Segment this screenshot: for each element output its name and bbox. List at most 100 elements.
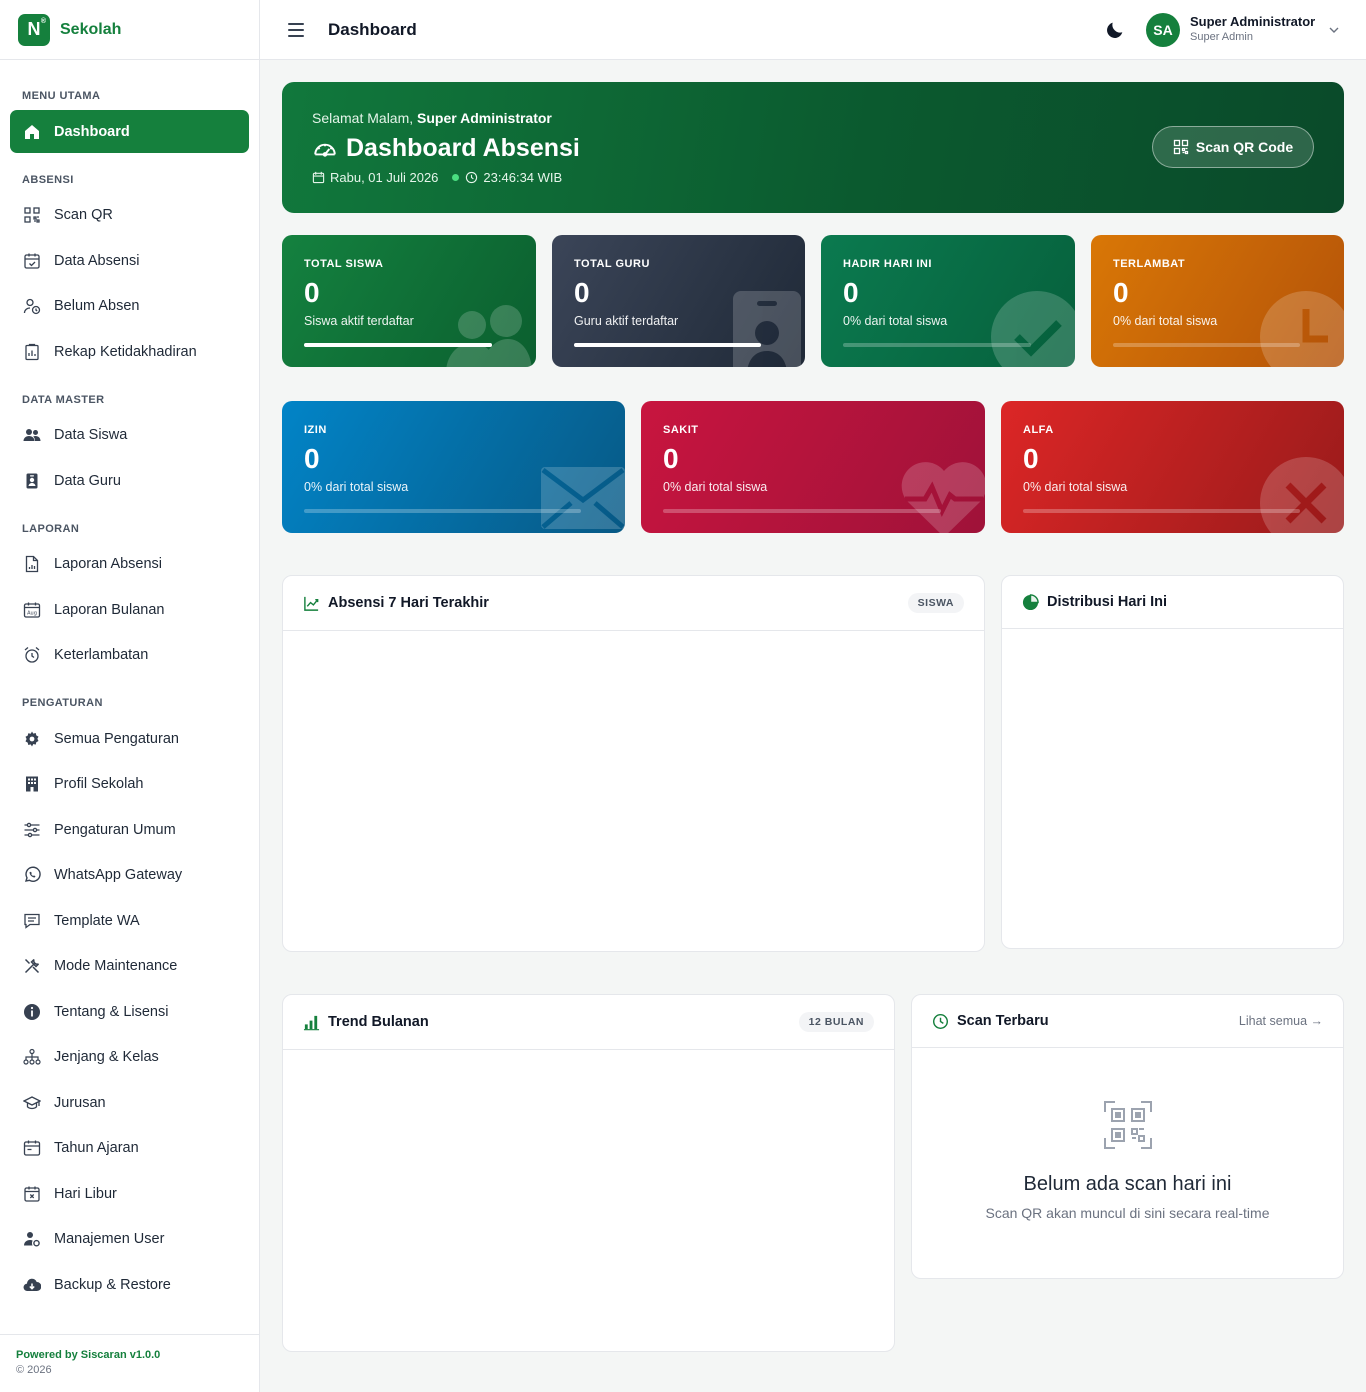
sidebar-item-tahun-ajaran[interactable]: Tahun Ajaran (10, 1127, 249, 1170)
sidebar-item-label: Tentang & Lisensi (54, 1003, 169, 1020)
alarm-icon (22, 645, 42, 665)
scan-qr-button[interactable]: Scan QR Code (1152, 126, 1314, 168)
sidebar-item-data-siswa[interactable]: Data Siswa (10, 414, 249, 457)
sidebar-item-template-wa[interactable]: Template WA (10, 899, 249, 942)
live-indicator (452, 174, 460, 181)
sidebar-item-laporan-absensi[interactable]: Laporan Absensi (10, 543, 249, 586)
stat-subtitle: Guru aktif terdaftar (574, 314, 679, 328)
moon-icon[interactable] (1104, 19, 1126, 41)
stat-card-alfa[interactable]: ALFA 0 0% dari total siswa (1001, 401, 1344, 533)
stat-card-izin[interactable]: IZIN 0 0% dari total siswa (282, 401, 625, 533)
sidebar-item-scan-qr[interactable]: Scan QR (10, 194, 249, 237)
siswa-badge: SISWA (907, 593, 964, 613)
x-circle-icon (1260, 457, 1344, 533)
nav-section-title: DATA MASTER (22, 393, 105, 406)
distribution-today-panel: Distribusi Hari Ini (1001, 575, 1344, 949)
brand-logo-mark: ® (40, 17, 46, 25)
avatar[interactable]: SA (1146, 13, 1180, 47)
stat-card-hadir-hari-ini[interactable]: HADIR HARI INI 0 0% dari total siswa (821, 235, 1075, 367)
sidebar-item-label: Pengaturan Umum (54, 821, 176, 838)
stat-value: 0 (304, 277, 320, 308)
info-icon (22, 1002, 42, 1022)
sidebar-item-rekap-ketidakhadiran[interactable]: Rekap Ketidakhadiran (10, 330, 249, 373)
stat-progress-fill (304, 343, 492, 347)
hero-title-text: Dashboard Absensi (346, 134, 580, 162)
sidebar-item-backup-and-restore[interactable]: Backup & Restore (10, 1263, 249, 1306)
stat-subtitle: 0% dari total siswa (1113, 314, 1218, 328)
sidebar-item-keterlambatan[interactable]: Keterlambatan (10, 634, 249, 677)
stat-card-sakit[interactable]: SAKIT 0 0% dari total siswa (641, 401, 985, 533)
sidebar-item-profil-sekolah[interactable]: Profil Sekolah (10, 763, 249, 806)
empty-state-title: Belum ada scan hari ini (1023, 1173, 1232, 1195)
sidebar-item-hari-libur[interactable]: Hari Libur (10, 1172, 249, 1215)
sidebar-item-label: Backup & Restore (54, 1276, 171, 1293)
sidebar-item-label: Manajemen User (54, 1231, 165, 1247)
sidebar-item-pengaturan-umum[interactable]: Pengaturan Umum (10, 808, 249, 851)
stat-label: ALFA (1023, 424, 1054, 436)
calendar-icon (312, 171, 325, 184)
sidebar-item-semua-pengaturan[interactable]: Semua Pengaturan (10, 717, 249, 760)
stat-progress-bar (304, 343, 492, 347)
nav-section-title: PENGATURAN (22, 697, 103, 709)
panel-header: Absensi 7 Hari Terakhir SISWA (283, 576, 984, 631)
panel-title: Scan Terbaru (957, 1013, 1049, 1029)
graduation-cap-icon (22, 1093, 42, 1113)
powered-by: Powered by Siscaran v1.0.0 (16, 1349, 161, 1361)
sidebar-item-data-guru[interactable]: Data Guru (10, 459, 249, 502)
nav-section-title: LAPORAN (22, 522, 80, 535)
stat-progress-bar (304, 509, 581, 513)
page-title: Dashboard (328, 19, 417, 39)
sidebar-item-jurusan[interactable]: Jurusan (10, 1081, 249, 1124)
bar-chart-icon (303, 1015, 320, 1030)
sidebar-nav: MENU UTAMA Dashboard ABSENSI Scan QR Data Ab… (0, 60, 259, 1317)
sidebar-item-label: Belum Absen (54, 298, 140, 314)
sidebar-item-label: Data Absensi (54, 252, 140, 269)
stat-value: 0 (304, 443, 320, 474)
brand-logo: N ® (18, 13, 50, 46)
sidebar-item-jenjang-and-kelas[interactable]: Jenjang & Kelas (10, 1036, 249, 1079)
sidebar-item-dashboard[interactable]: Dashboard (10, 110, 249, 153)
sidebar-item-label: Hari Libur (54, 1185, 117, 1202)
panel-header: Distribusi Hari Ini (1002, 576, 1343, 629)
stat-label: TOTAL SISWA (304, 258, 384, 270)
user-menu[interactable]: Super Administrator Super Admin (1190, 14, 1315, 43)
calendar-range-icon (22, 1138, 42, 1158)
stat-card-total-guru[interactable]: TOTAL GURU 0 Guru aktif terdaftar (552, 235, 805, 367)
sidebar-item-label: Profil Sekolah (54, 776, 144, 792)
sliders-icon (22, 820, 42, 840)
qr-code-icon (22, 205, 42, 225)
sidebar-item-label: Data Siswa (54, 427, 128, 443)
sidebar-item-data-absensi[interactable]: Data Absensi (10, 239, 249, 282)
hero-title: Dashboard Absensi (312, 134, 580, 163)
nav-section-title: MENU UTAMA (22, 90, 101, 102)
stat-value: 0 (1113, 277, 1129, 308)
sidebar-item-label: Template WA (54, 912, 140, 929)
stat-progress-bar (843, 343, 1031, 347)
sidebar-item-manajemen-user[interactable]: Manajemen User (10, 1218, 249, 1261)
sidebar-item-label: Mode Maintenance (54, 958, 178, 974)
sidebar-item-label: Laporan Absensi (54, 556, 163, 572)
stat-subtitle: 0% dari total siswa (843, 314, 948, 328)
brand[interactable]: N ® Sekolah (0, 0, 259, 60)
sidebar-item-mode-maintenance[interactable]: Mode Maintenance (10, 945, 249, 988)
stat-card-total-siswa[interactable]: TOTAL SISWA 0 Siswa aktif terdaftar (282, 235, 536, 367)
hero-time: 23:46:34 WIB (483, 170, 563, 185)
sidebar-item-belum-absen[interactable]: Belum Absen (10, 285, 249, 328)
qr-code-icon (1173, 139, 1189, 155)
stat-card-terlambat[interactable]: TERLAMBAT 0 0% dari total siswa (1091, 235, 1344, 367)
brand-logo-letter: N (27, 19, 41, 39)
chevron-down-icon[interactable] (1328, 24, 1340, 36)
see-all-link[interactable]: Lihat semua → (1239, 1014, 1323, 1028)
sidebar-item-tentang-and-lisensi[interactable]: Tentang & Lisensi (10, 990, 249, 1033)
heartbeat-icon (901, 462, 985, 533)
greeting: Selamat Malam, Super Administrator (312, 110, 552, 126)
sidebar-item-laporan-bulanan[interactable]: Aug Laporan Bulanan (10, 588, 249, 631)
qr-placeholder-icon (1104, 1101, 1152, 1149)
menu-toggle-icon[interactable] (288, 22, 304, 37)
sidebar-item-whatsapp-gateway[interactable]: WhatsApp Gateway (10, 854, 249, 897)
line-chart-icon (304, 596, 319, 611)
hero-datetime: Rabu, 01 Juli 2026 23:46:34 WIB (312, 170, 562, 185)
